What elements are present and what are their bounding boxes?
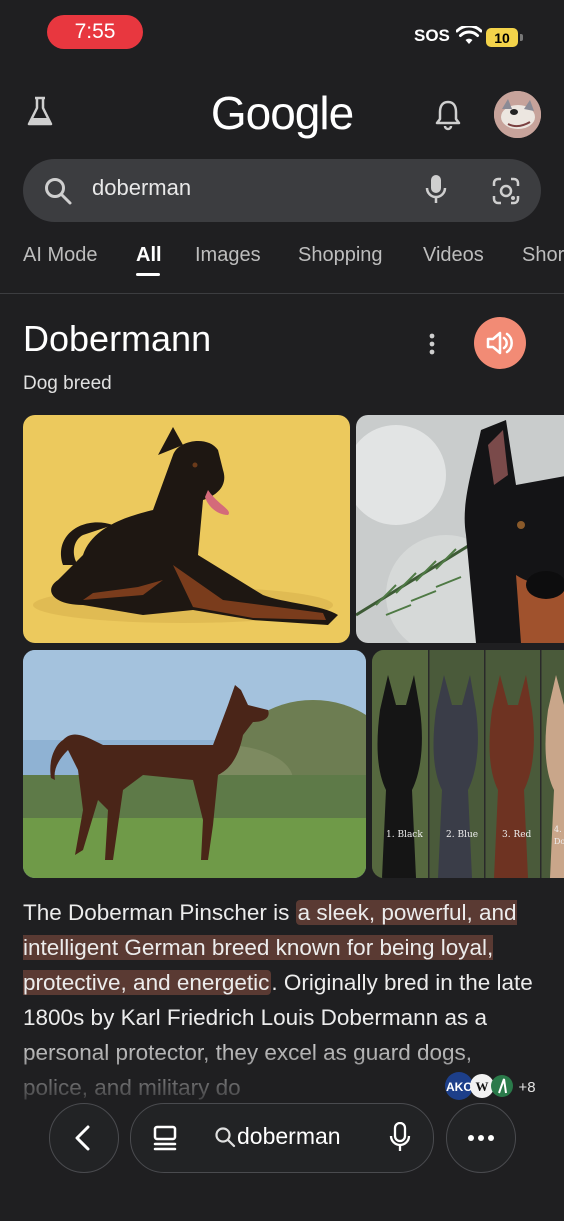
google-logo[interactable]: Google	[0, 86, 564, 140]
account-avatar[interactable]	[494, 91, 541, 138]
pronounce-button[interactable]	[474, 317, 526, 369]
speaker-icon	[486, 331, 513, 355]
bottom-search-query[interactable]: doberman	[237, 1123, 341, 1150]
bell-icon[interactable]	[434, 99, 462, 131]
entity-subtitle: Dog breed	[23, 373, 112, 394]
color-label-black: 1. Black	[386, 830, 423, 840]
tab-shorts[interactable]: Shor	[522, 244, 564, 267]
search-input[interactable]: doberman	[92, 175, 191, 201]
wifi-icon	[456, 26, 482, 44]
lens-camera-icon[interactable]	[491, 176, 521, 206]
akc-source-icon: AKC	[446, 1080, 472, 1094]
active-tab-indicator	[136, 273, 160, 276]
tab-all[interactable]: All	[136, 244, 162, 267]
status-time: 7:55	[47, 15, 143, 49]
more-sources-count: +8	[518, 1079, 535, 1096]
back-button[interactable]	[49, 1103, 119, 1173]
tab-videos[interactable]: Videos	[423, 244, 484, 267]
entity-title: Dobermann	[23, 318, 212, 359]
image-doberman-standing[interactable]	[23, 650, 366, 878]
tab-shopping[interactable]: Shopping	[298, 244, 383, 267]
more-options-button[interactable]	[446, 1103, 516, 1173]
image-doberman-lying[interactable]	[23, 415, 350, 643]
source-chips[interactable]: AKC W +8	[444, 1070, 540, 1102]
color-label-blue: 2. Blue	[446, 830, 478, 840]
bottom-search-icon	[215, 1127, 236, 1148]
more-horiz-icon	[468, 1135, 494, 1141]
bottom-mic-icon[interactable]	[389, 1122, 411, 1154]
more-vert-icon[interactable]	[424, 331, 440, 357]
image-doberman-colors[interactable]: 1. Black 2. Blue 3. Red 4. (Is Dob	[372, 650, 564, 878]
description-part1: The Doberman Pinscher is	[23, 900, 296, 925]
status-carrier: SOS	[414, 26, 450, 45]
search-icon	[45, 178, 72, 205]
battery-nub	[520, 34, 523, 41]
battery-icon: 10	[486, 28, 518, 47]
color-label-5: Dob	[554, 837, 564, 846]
tabs-icon[interactable]	[152, 1124, 178, 1152]
tabs-divider	[0, 293, 564, 294]
color-label-red: 3. Red	[502, 830, 532, 840]
tab-ai-mode[interactable]: AI Mode	[23, 244, 97, 267]
color-label-4: 4. (Is	[554, 825, 564, 834]
wikipedia-source-icon: W	[476, 1079, 489, 1094]
tab-images[interactable]: Images	[195, 244, 261, 267]
back-icon	[75, 1125, 90, 1151]
image-doberman-closeup[interactable]	[356, 415, 564, 643]
mic-icon[interactable]	[425, 174, 447, 206]
